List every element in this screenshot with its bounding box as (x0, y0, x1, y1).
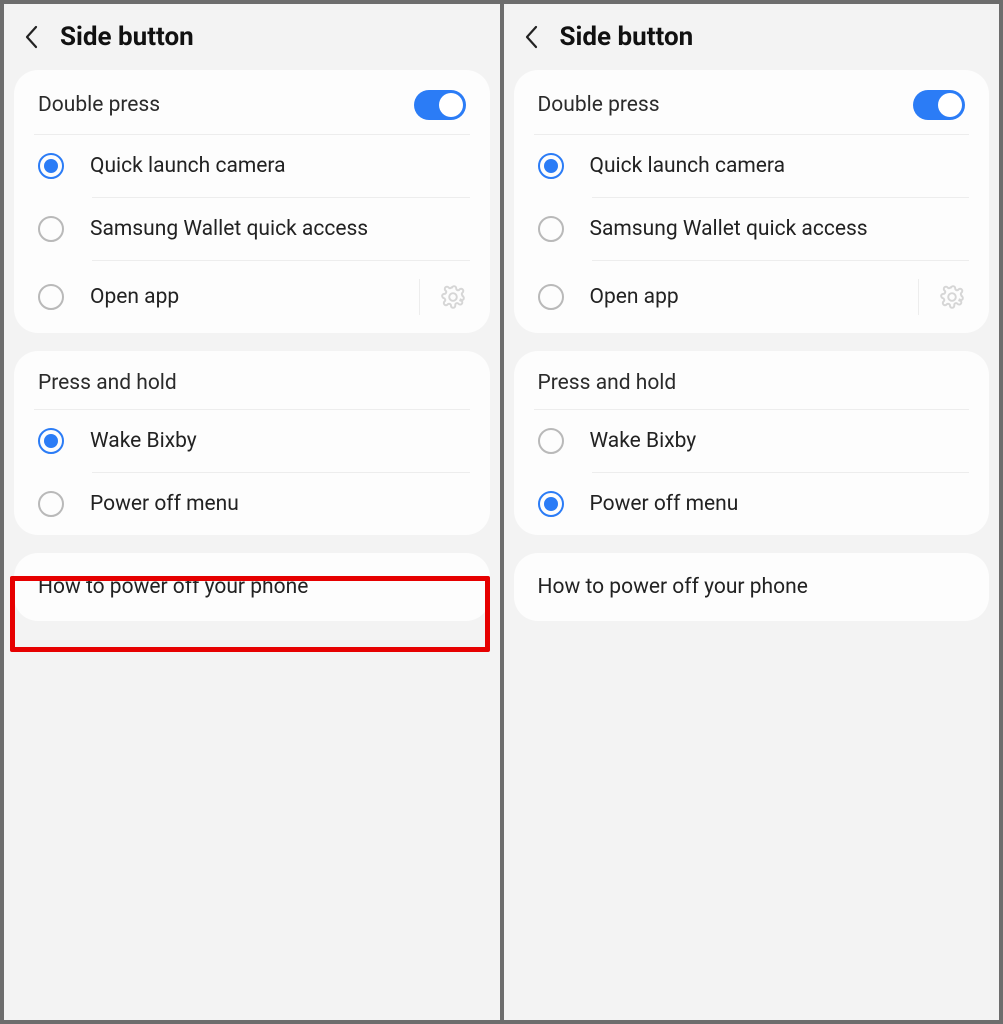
option-label: Open app (590, 285, 893, 309)
option-wake-bixby[interactable]: Wake Bixby (14, 410, 490, 472)
double-press-toggle[interactable] (913, 90, 965, 120)
option-label: Power off menu (590, 492, 966, 516)
gear-icon (440, 284, 466, 310)
option-label: Wake Bixby (90, 429, 466, 453)
open-app-settings-button[interactable] (918, 279, 965, 315)
option-quick-launch-camera[interactable]: Quick launch camera (514, 135, 990, 197)
option-label: Wake Bixby (590, 429, 966, 453)
radio-icon (538, 491, 564, 517)
double-press-header-row: Double press (14, 70, 490, 134)
radio-icon (538, 216, 564, 242)
gear-icon (939, 284, 965, 310)
option-samsung-wallet[interactable]: Samsung Wallet quick access (14, 198, 490, 260)
radio-icon (538, 153, 564, 179)
radio-icon (538, 428, 564, 454)
radio-icon (38, 428, 64, 454)
how-to-power-off-link[interactable]: How to power off your phone (14, 553, 490, 621)
link-label: How to power off your phone (538, 575, 966, 599)
open-app-settings-button[interactable] (419, 279, 466, 315)
double-press-card: Double press Quick launch camera Samsung… (14, 70, 490, 333)
option-power-off-menu[interactable]: Power off menu (14, 473, 490, 535)
how-to-power-off-link[interactable]: How to power off your phone (514, 553, 990, 621)
option-label: Quick launch camera (90, 154, 466, 178)
chevron-left-icon (24, 25, 38, 49)
header: Side button (4, 4, 500, 70)
chevron-left-icon (524, 25, 538, 49)
double-press-card: Double press Quick launch camera Samsung… (514, 70, 990, 333)
press-hold-card: Press and hold Wake Bixby Power off menu (514, 351, 990, 535)
option-power-off-menu[interactable]: Power off menu (514, 473, 990, 535)
page-title: Side button (60, 22, 194, 52)
radio-icon (538, 284, 564, 310)
option-samsung-wallet[interactable]: Samsung Wallet quick access (514, 198, 990, 260)
double-press-header: Double press (38, 93, 160, 117)
press-hold-header: Press and hold (514, 351, 990, 409)
option-quick-launch-camera[interactable]: Quick launch camera (14, 135, 490, 197)
option-open-app[interactable]: Open app (514, 261, 990, 333)
double-press-header-row: Double press (514, 70, 990, 134)
radio-icon (38, 491, 64, 517)
option-wake-bixby[interactable]: Wake Bixby (514, 410, 990, 472)
header: Side button (504, 4, 1000, 70)
press-hold-header: Press and hold (14, 351, 490, 409)
double-press-header: Double press (538, 93, 660, 117)
link-label: How to power off your phone (38, 575, 466, 599)
radio-icon (38, 153, 64, 179)
radio-icon (38, 216, 64, 242)
option-label: Samsung Wallet quick access (90, 217, 466, 241)
option-label: Quick launch camera (590, 154, 966, 178)
double-press-toggle[interactable] (414, 90, 466, 120)
option-open-app[interactable]: Open app (14, 261, 490, 333)
phone-screen-left: Side button Double press Quick launch ca… (4, 4, 500, 1020)
option-label: Power off menu (90, 492, 466, 516)
radio-icon (38, 284, 64, 310)
back-button[interactable] (22, 22, 40, 52)
option-label: Samsung Wallet quick access (590, 217, 966, 241)
back-button[interactable] (522, 22, 540, 52)
option-label: Open app (90, 285, 393, 309)
phone-screen-right: Side button Double press Quick launch ca… (504, 4, 1000, 1020)
page-title: Side button (560, 22, 694, 52)
press-hold-card: Press and hold Wake Bixby Power off menu (14, 351, 490, 535)
